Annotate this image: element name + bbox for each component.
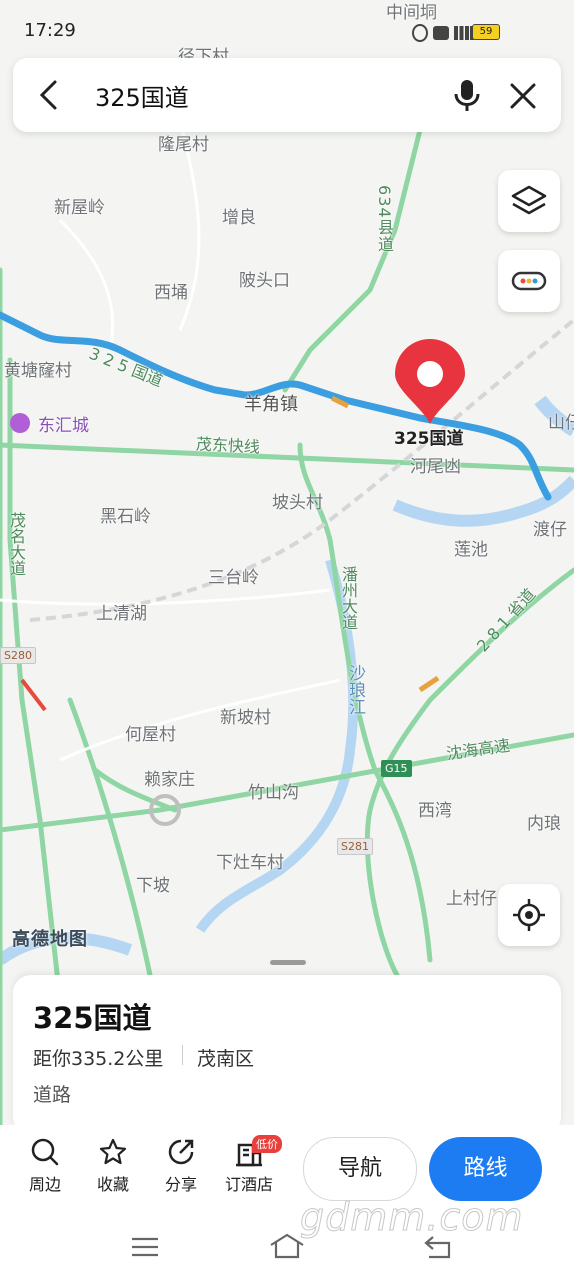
place-label: 河尾凼 [410,457,461,477]
road-badge-g15: G15 [381,760,412,777]
place-label: 西埇 [154,283,188,303]
river-label-shalang: 沙琅江 [345,664,365,715]
place-label: 坡头村 [272,493,323,513]
place-label: 上村仔 [446,889,497,909]
watermark: gdmm.com [300,1195,524,1240]
close-icon[interactable] [509,82,537,110]
map-canvas[interactable]: 隆尾村 新屋岭 增良 西埇 陂头口 黄塘窿村 羊角镇 河尾凼 坡头村 黑石岭 莲… [0,0,574,1125]
place-label: 赖家庄 [144,770,195,790]
place-label: 西湾 [418,801,452,821]
place-label: 增良 [222,208,256,228]
hotel-label: 订酒店 [224,1175,273,1194]
road-label-county-634: 6 3 4 县 道 [375,185,394,250]
search-bar: 325国道 [13,58,561,132]
place-label: 渡仔 [533,520,567,540]
place-label: 隆尾村 [158,135,209,155]
search-icon [31,1138,59,1166]
microphone-icon[interactable] [453,78,481,112]
place-label: 三台岭 [208,568,259,588]
locate-me-button[interactable] [498,884,560,946]
layers-button[interactable] [498,170,560,232]
nearby-button[interactable]: 周边 [10,1137,80,1195]
star-icon [99,1138,127,1165]
amap-logo: 高德地图 [12,929,88,950]
pin-label: 325国道 [394,429,464,449]
status-bar: 17:29 59 [0,18,574,48]
place-label: 黄塘窿村 [4,361,72,381]
place-label: 下坡 [136,876,170,896]
road-badge-s281: S281 [337,838,373,855]
back-arrow-icon[interactable] [39,80,57,110]
place-label: 羊角镇 [244,394,298,415]
layers-icon [511,185,547,215]
place-label: 新坡村 [220,708,271,728]
poi-shopping-icon[interactable] [10,413,30,433]
map-geometry [0,119,574,1125]
status-icons [412,24,474,42]
place-card[interactable]: 325国道 距你335.2公里 茂南区 道路 [13,975,561,1135]
hd-icon [433,26,449,40]
road-label-maoming: 茂名大道 [7,512,26,576]
divider [182,1045,183,1065]
place-label: 新屋岭 [54,198,105,218]
search-input[interactable]: 325国道 [95,78,189,113]
place-label: 上清湖 [96,604,147,624]
place-label: 山仔 [548,413,574,433]
location-pin[interactable] [393,338,467,426]
place-label: 何屋村 [125,725,176,745]
navigate-button[interactable]: 导航 [303,1137,417,1201]
place-label: 竹山沟 [248,783,299,803]
favorite-label: 收藏 [96,1175,129,1194]
place-title: 325国道 [33,1001,152,1035]
road-badge-s280: S280 [0,647,36,664]
signal-icon [454,26,474,40]
poi-label[interactable]: 东汇城 [38,411,89,436]
drag-handle[interactable] [270,960,306,965]
location-status-icon [412,24,428,42]
road-label-maodong: 茂东快线 [195,434,261,457]
favorite-button[interactable]: 收藏 [78,1137,148,1195]
place-type: 道路 [33,1084,72,1106]
locate-icon [513,899,545,931]
place-label: 下灶车村 [216,853,284,873]
place-label: 陂头口 [239,271,290,291]
nearby-label: 周边 [28,1175,61,1194]
place-label: 内琅 [527,814,561,834]
status-time: 17:29 [24,20,76,41]
map-tools-button[interactable] [498,250,560,312]
toolbox-icon [511,271,547,291]
pin-marker-icon [395,339,465,424]
place-district: 茂南区 [197,1048,255,1070]
place-label: 莲池 [454,540,488,560]
share-button[interactable]: 分享 [146,1137,216,1195]
share-label: 分享 [164,1175,197,1194]
menu-icon[interactable] [130,1235,160,1259]
place-label: 黑石岭 [100,507,151,527]
road-label-panzhou: 潘州大道 [339,566,358,630]
share-icon [168,1139,194,1165]
place-distance: 距你335.2公里 [33,1048,164,1070]
low-price-badge: 低价 [252,1135,282,1153]
battery-icon: 59 [472,24,500,40]
route-button[interactable]: 路线 [429,1137,542,1201]
